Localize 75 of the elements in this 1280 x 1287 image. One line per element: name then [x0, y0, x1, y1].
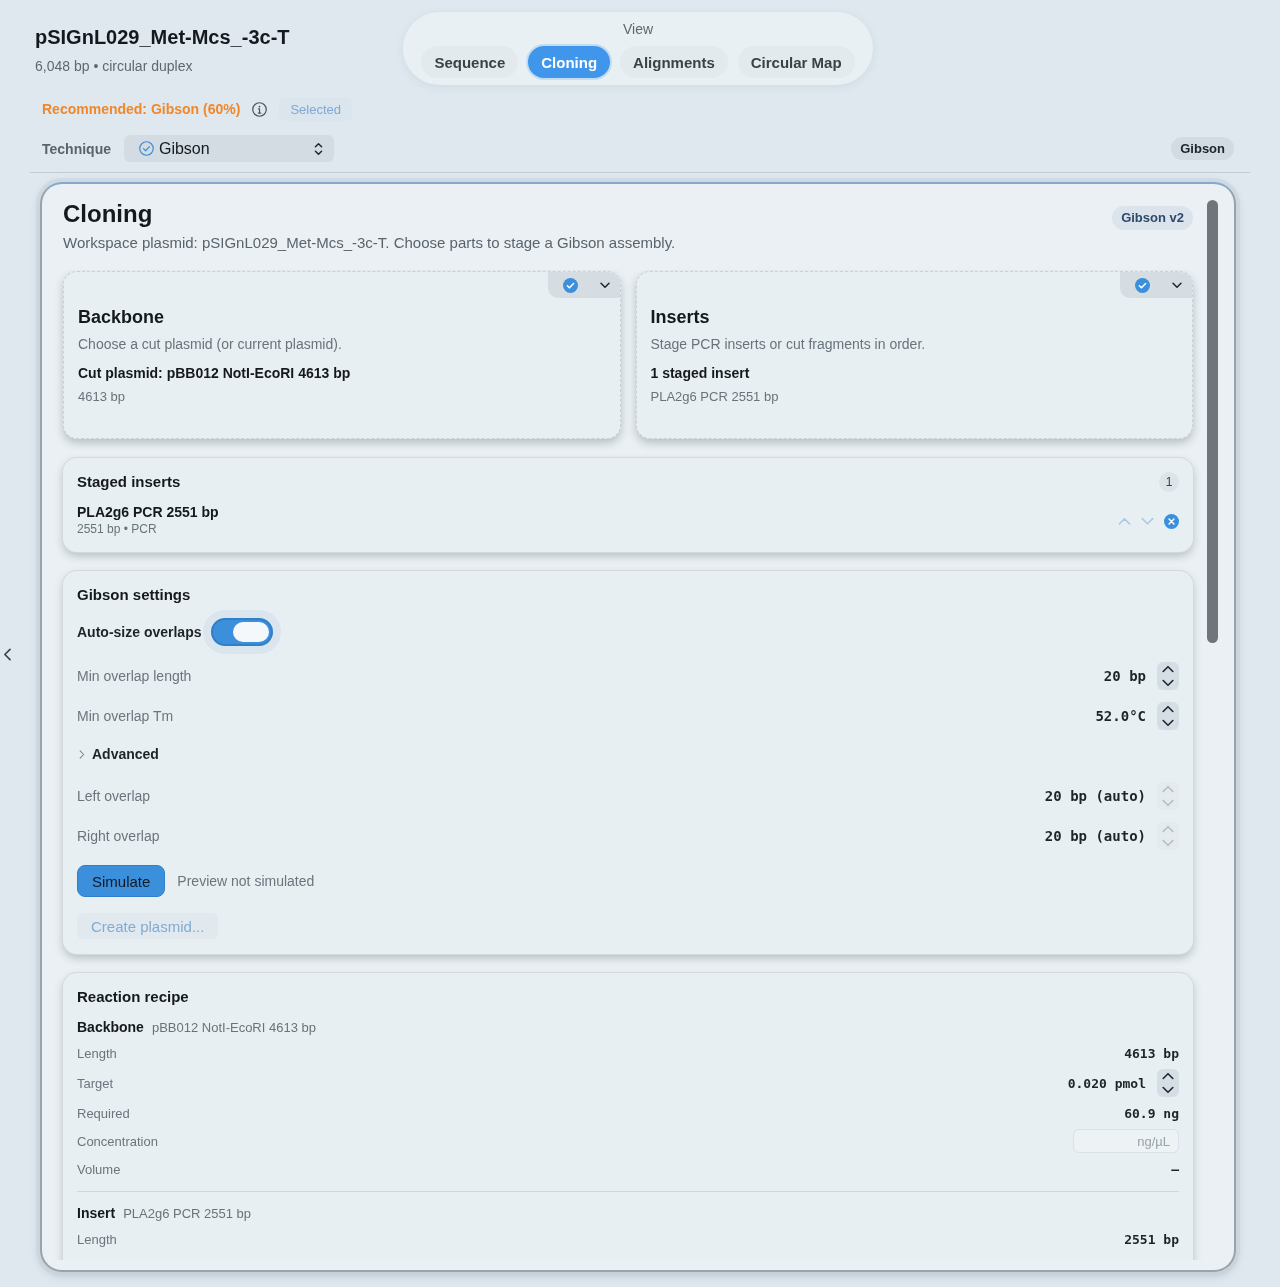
- part-role: Backbone: [77, 1019, 144, 1035]
- toggle-label: Auto-size overlaps: [77, 624, 202, 640]
- card-selection: 1 staged insert: [650, 364, 750, 382]
- recipe-value: 60.9 ng: [1124, 1105, 1179, 1121]
- chevron-up-icon[interactable]: [1162, 705, 1174, 713]
- card-detail: 4613 bp: [78, 389, 125, 405]
- view-tab[interactable]: Circular Map: [737, 46, 855, 78]
- card-detail: PLA2g6 PCR 2551 bp: [650, 389, 779, 405]
- technique-badge: Gibson: [1171, 137, 1234, 160]
- concentration-input[interactable]: ng/µL: [1073, 1129, 1179, 1153]
- card-description: Choose a cut plasmid (or current plasmid).: [78, 335, 342, 353]
- chevron-up-icon[interactable]: [1162, 1072, 1174, 1080]
- check-circle-icon[interactable]: [1135, 277, 1150, 293]
- info-icon[interactable]: [252, 101, 268, 117]
- stepper-control[interactable]: [1157, 1069, 1179, 1097]
- card-title: Inserts: [650, 306, 710, 328]
- panel-description: Workspace plasmid: pSIGnL029_Met-Mcs_-3c-T. Choose parts to stage a Gibson assembly.: [63, 233, 676, 253]
- setting-value: 20 bp (auto): [1044, 828, 1146, 844]
- chevron-down-icon[interactable]: [1162, 679, 1174, 687]
- recipe-label: Target: [77, 1075, 114, 1091]
- chevron-left-icon[interactable]: [3, 648, 12, 661]
- view-tab[interactable]: Alignments: [620, 46, 728, 78]
- close-icon[interactable]: [1164, 513, 1179, 529]
- card-selection: Cut plasmid: pBB012 NotI-EcoRI 4613 bp: [78, 364, 351, 382]
- recipe-label: Required: [77, 1105, 130, 1121]
- technique-select[interactable]: Gibson: [123, 135, 334, 162]
- scrollbar-thumb[interactable]: [1207, 200, 1218, 643]
- recommendation-text: Recommended: Gibson (60%): [42, 101, 241, 117]
- simulate-button[interactable]: Simulate: [77, 865, 166, 897]
- simulation-status: Preview not simulated: [177, 873, 315, 889]
- view-tab[interactable]: Sequence: [421, 46, 519, 78]
- recipe-label: Length: [77, 1231, 117, 1247]
- stepper-control[interactable]: [1157, 662, 1179, 690]
- setting-label: Right overlap: [77, 828, 160, 844]
- panel-title: Cloning: [63, 200, 153, 228]
- version-badge: Gibson v2: [1112, 206, 1193, 230]
- chevron-down-icon[interactable]: [1162, 719, 1174, 727]
- chevron-down-icon[interactable]: [1162, 1086, 1174, 1094]
- card-description: Stage PCR inserts or cut fragments in order.: [650, 335, 926, 353]
- setting-value: 20 bp (auto): [1044, 788, 1146, 804]
- part-role: Insert: [77, 1205, 116, 1221]
- recipe-value: 0.020 pmol: [1067, 1075, 1146, 1091]
- part-name: PLA2g6 PCR 2551 bp: [123, 1206, 252, 1221]
- setting-label: Min overlap length: [77, 668, 192, 684]
- card-title: Backbone: [78, 306, 165, 328]
- setting-label: Min overlap Tm: [77, 708, 174, 724]
- count-badge: 1: [1159, 472, 1179, 492]
- recipe-label: Volume: [77, 1161, 121, 1177]
- chevron-down-icon[interactable]: [1172, 281, 1182, 289]
- recipe-label: Length: [77, 1045, 117, 1061]
- recipe-value: 2551 bp: [1124, 1231, 1179, 1247]
- advanced-toggle[interactable]: Advanced: [77, 746, 159, 762]
- setting-value: 20 bp: [1103, 668, 1146, 684]
- part-name: pBB012 NotI-EcoRI 4613 bp: [151, 1020, 316, 1035]
- recipe-value: 4613 bp: [1124, 1045, 1179, 1061]
- stepper-control[interactable]: [1157, 702, 1179, 730]
- setting-value: 52.0°C: [1095, 708, 1146, 724]
- document-title: pSIGnL029_Met-Mcs_-3c-T: [35, 25, 290, 49]
- section-title: Staged inserts: [77, 472, 181, 492]
- view-label: View: [622, 21, 654, 37]
- section-title: Reaction recipe: [77, 987, 189, 1007]
- document-subtitle: 6,048 bp • circular duplex: [35, 57, 193, 75]
- technique-label: Technique: [42, 140, 111, 157]
- insert-name: PLA2g6 PCR 2551 bp: [77, 503, 219, 521]
- chevron-down-icon[interactable]: [599, 281, 610, 289]
- up-down-chevron-icon: [313, 141, 323, 156]
- section-title: Gibson settings: [77, 585, 191, 605]
- recipe-label: Concentration: [77, 1133, 158, 1149]
- check-circle-icon: [138, 141, 154, 156]
- recipe-value: –: [1171, 1161, 1179, 1177]
- insert-detail: 2551 bp • PCR: [77, 521, 157, 537]
- toggle-switch[interactable]: [211, 618, 274, 646]
- setting-label: Left overlap: [77, 788, 151, 804]
- chevron-up-icon[interactable]: [1162, 665, 1174, 673]
- check-circle-icon[interactable]: [562, 277, 578, 293]
